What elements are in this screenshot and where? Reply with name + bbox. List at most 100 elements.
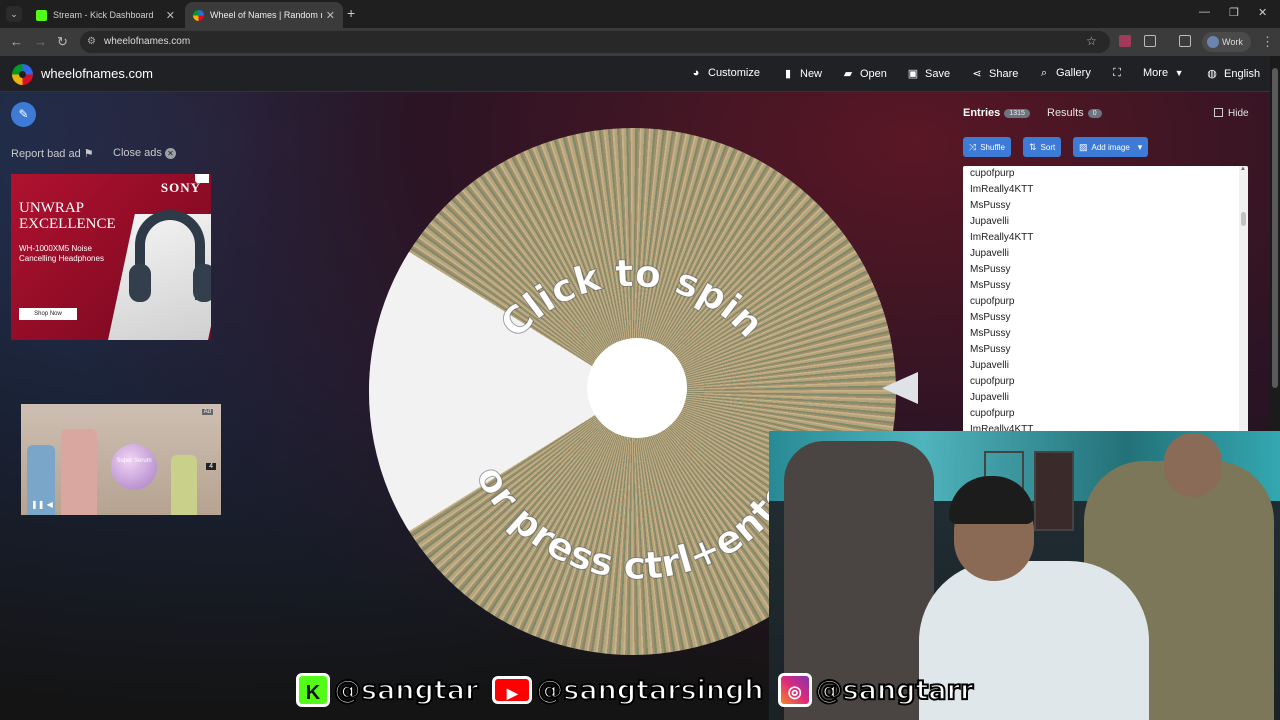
entries-tab-label: Entries xyxy=(963,107,1001,119)
site-info-icon[interactable]: ⚙ xyxy=(87,31,96,53)
add-image-button[interactable]: ▨ Add image ▾ xyxy=(1073,137,1149,157)
customize-button[interactable]: ◕ Customize xyxy=(689,67,760,79)
more-button[interactable]: More ▼ xyxy=(1143,67,1191,79)
folder-icon: ▰ xyxy=(843,68,853,80)
perfume-video-ad[interactable]: Super Serum Ad 4 ❚❚ ◀ xyxy=(21,404,221,515)
url-field[interactable]: ⚙ wheelofnames.com xyxy=(80,31,1110,53)
tab-results[interactable]: Results 0 xyxy=(1047,107,1102,119)
chevron-down-icon: ▼ xyxy=(1174,68,1184,78)
restore-icon[interactable]: ❐ xyxy=(1229,6,1239,19)
entries-scrollbar-thumb[interactable] xyxy=(1241,212,1246,226)
edit-pencil-button[interactable]: ✎ xyxy=(11,102,36,127)
language-button[interactable]: ◍ English xyxy=(1205,67,1260,80)
close-circle-icon: ✕ xyxy=(164,148,176,159)
tab-search-button[interactable]: ⌄ xyxy=(6,6,22,22)
address-bar-row: ← → ↻ ⚙ wheelofnames.com ☆ Work ⋮ xyxy=(0,28,1280,56)
play-pause-icon[interactable]: ❚❚ ◀ xyxy=(31,500,53,509)
menu-label: Save xyxy=(925,68,951,80)
ad-product-text: Super Serum xyxy=(116,458,152,464)
entries-textarea[interactable]: cupofpurp ImReally4KTT MsPussy Jupavelli ImR… xyxy=(963,166,1248,436)
pencil-icon: ✎ xyxy=(18,107,29,121)
ad-subline: WH-1000XM5 Noise Cancelling Headphones xyxy=(19,244,104,263)
bookmark-star-icon[interactable]: ☆ xyxy=(1086,34,1097,48)
entry-row[interactable]: MsPussy xyxy=(963,262,1248,278)
wheel-favicon-icon xyxy=(193,9,204,21)
entry-row[interactable]: MsPussy xyxy=(963,310,1248,326)
brand-title[interactable]: wheelofnames.com xyxy=(41,66,153,81)
close-tab-icon[interactable]: ✕ xyxy=(166,9,175,22)
wheel-logo-icon[interactable] xyxy=(12,64,33,85)
shuffle-icon: ⤨ xyxy=(969,142,977,152)
search-icon: ⌕ xyxy=(1040,67,1048,79)
gallery-button[interactable]: ⌕ Gallery xyxy=(1037,67,1091,80)
entry-row[interactable]: Jupavelli xyxy=(963,390,1248,406)
entry-row[interactable]: cupofpurp xyxy=(963,294,1248,310)
close-ads-link[interactable]: Close ads ✕ xyxy=(113,147,176,159)
minimize-icon[interactable]: — xyxy=(1199,6,1210,18)
youtube-logo-icon: ▶ xyxy=(492,676,533,704)
menu-label: Open xyxy=(860,68,887,80)
tab-wheel-of-names[interactable]: Wheel of Names | Random nam ✕ xyxy=(185,2,343,28)
browser-menu-icon[interactable]: ⋮ xyxy=(1261,34,1274,50)
menu-label: More xyxy=(1143,67,1169,79)
poster-frame xyxy=(1034,451,1074,531)
hide-checkbox[interactable] xyxy=(1214,108,1223,117)
entry-row[interactable]: MsPussy xyxy=(963,326,1248,342)
report-bad-ad-link[interactable]: Report bad ad ⚑ xyxy=(11,147,94,160)
open-button[interactable]: ▰ Open xyxy=(841,67,887,80)
browser-tab-bar: ⌄ Stream - Kick Dashboard ✕ Wheel of Nam… xyxy=(0,0,1280,28)
new-tab-icon[interactable]: + xyxy=(347,5,355,21)
fullscreen-button[interactable]: ⛶ xyxy=(1110,67,1129,80)
results-tab-label: Results xyxy=(1047,107,1084,119)
scrollbar-thumb[interactable] xyxy=(1272,68,1278,388)
sony-ad-banner[interactable]: SONY UNWRAP EXCELLENCE WH-1000XM5 Noise … xyxy=(11,174,211,340)
close-window-icon[interactable]: ✕ xyxy=(1258,6,1267,19)
perfume-bottle-image xyxy=(61,429,97,515)
close-ads-label: Close ads xyxy=(113,147,162,159)
sort-icon: ⇅ xyxy=(1029,142,1037,152)
extensions-puzzle-icon[interactable] xyxy=(1144,35,1156,47)
sort-label: Sort xyxy=(1040,143,1056,152)
tab-entries[interactable]: Entries 1315 xyxy=(963,107,1030,119)
scroll-up-icon[interactable]: ▲ xyxy=(1240,166,1246,172)
globe-icon: ◍ xyxy=(1207,68,1217,80)
entries-scrollbar[interactable]: ▲ xyxy=(1239,166,1248,436)
youtube-handle: @sangtarsingh xyxy=(535,674,764,707)
back-icon[interactable]: ← xyxy=(10,34,23,49)
entry-row[interactable]: Jupavelli xyxy=(963,246,1248,262)
forward-icon[interactable]: → xyxy=(34,34,47,49)
entry-row[interactable]: Jupavelli xyxy=(963,214,1248,230)
tab-kick-dashboard[interactable]: Stream - Kick Dashboard ✕ xyxy=(28,2,183,28)
entries-list: cupofpurp ImReally4KTT MsPussy Jupavelli ImR… xyxy=(963,166,1248,436)
entries-count-badge: 1315 xyxy=(1004,109,1030,118)
entries-panel: Entries 1315 Results 0 Hide ⤨ Shuffle ⇅ Sort… xyxy=(952,92,1262,442)
ad-shop-now-button[interactable]: Shop Now xyxy=(19,308,77,320)
palette-icon: ◕ xyxy=(692,67,700,79)
entry-row[interactable]: MsPussy xyxy=(963,342,1248,358)
serum-ball-image: Super Serum xyxy=(111,444,157,490)
new-button[interactable]: ▮ New xyxy=(781,67,822,80)
entry-row[interactable]: Jupavelli xyxy=(963,358,1248,374)
share-button[interactable]: ⋖ Share xyxy=(970,67,1018,80)
entry-row[interactable]: cupofpurp xyxy=(963,406,1248,422)
entry-row[interactable]: MsPussy xyxy=(963,198,1248,214)
entry-row[interactable]: cupofpurp xyxy=(963,166,1248,182)
hide-toggle[interactable]: Hide xyxy=(1214,108,1249,119)
tab-title: Stream - Kick Dashboard xyxy=(53,10,154,20)
extension-icon[interactable] xyxy=(1119,35,1131,47)
add-image-label: Add image xyxy=(1091,143,1130,152)
entry-row[interactable]: cupofpurp xyxy=(963,374,1248,390)
entry-row[interactable]: ImReally4KTT xyxy=(963,182,1248,198)
entry-row[interactable]: ImReally4KTT xyxy=(963,230,1248,246)
shuffle-button[interactable]: ⤨ Shuffle xyxy=(963,137,1011,157)
close-tab-icon[interactable]: ✕ xyxy=(326,9,335,22)
reload-icon[interactable]: ↻ xyxy=(57,34,68,50)
new-file-icon: ▮ xyxy=(784,68,792,80)
reading-list-icon[interactable] xyxy=(1179,35,1191,47)
save-button[interactable]: ▣ Save xyxy=(906,67,950,80)
entry-row[interactable]: MsPussy xyxy=(963,278,1248,294)
profile-button[interactable]: Work xyxy=(1202,32,1251,52)
kick-logo-icon: K xyxy=(296,673,330,707)
sort-button[interactable]: ⇅ Sort xyxy=(1023,137,1062,157)
click-to-spin-text: Click to spin xyxy=(492,251,773,346)
